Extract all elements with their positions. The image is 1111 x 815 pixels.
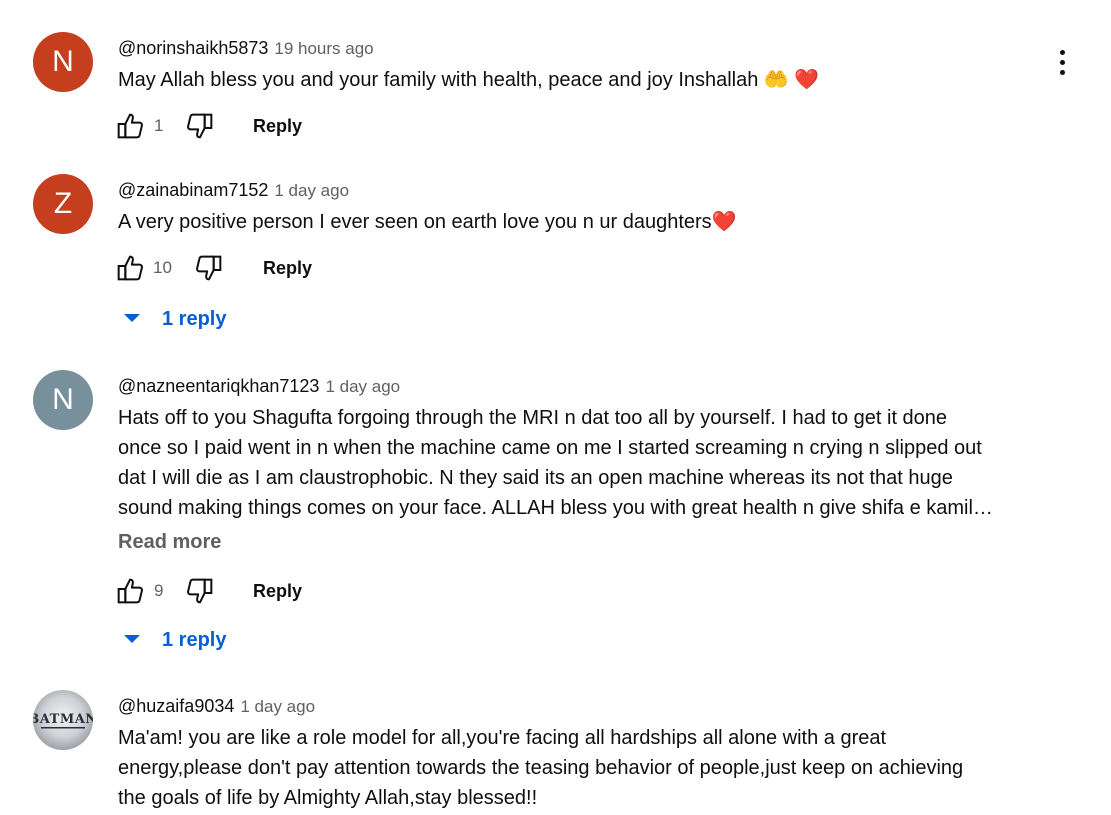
read-more-button[interactable]: Read more [118, 531, 221, 554]
comment-text-line: energy,please don't pay attention toward… [118, 757, 964, 779]
batman-logo-icon: BATMAN [33, 712, 93, 729]
comment-text-line: sound making things comes on your face. … [118, 497, 993, 519]
comment-author[interactable]: @norinshaikh5873 [118, 38, 268, 58]
thumb-up-icon[interactable] [114, 575, 146, 607]
replies-label: 1 reply [162, 308, 227, 330]
comment-text-line: dat I will die as I am claustrophobic. N… [118, 467, 953, 489]
avatar[interactable]: BATMAN [33, 690, 93, 750]
comment-author[interactable]: @nazneentariqkhan7123 [118, 376, 319, 396]
thumb-down-icon[interactable] [184, 575, 216, 607]
comment-text-line: the goals of life by Almighty Allah,stay… [118, 787, 538, 809]
thumb-up-icon[interactable] [114, 252, 146, 284]
thumb-down-icon[interactable] [184, 110, 216, 142]
comment-text-line: May Allah bless you and your family with… [118, 69, 820, 91]
comment-time[interactable]: 1 day ago [274, 181, 349, 200]
caret-down-icon [124, 635, 140, 644]
comment-toolbar: 9 Reply [114, 575, 414, 609]
comment-text-line: once so I paid went in n when the machin… [118, 437, 982, 459]
like-count: 1 [154, 116, 164, 135]
comment-toolbar: 1 Reply [114, 110, 414, 144]
comment-header: @huzaifa9034 1 day ago [118, 694, 315, 718]
avatar[interactable]: N [33, 32, 93, 92]
comment-author[interactable]: @zainabinam7152 [118, 180, 268, 200]
comment-text-line: Hats off to you Shagufta forgoing throug… [118, 407, 948, 429]
comment-time[interactable]: 19 hours ago [274, 39, 373, 58]
more-actions-icon[interactable] [1050, 48, 1076, 78]
reply-button[interactable]: Reply [253, 581, 302, 602]
comment-toolbar: 10 Reply [114, 252, 414, 286]
comment-text: May Allah bless you and your family with… [118, 65, 1038, 95]
comment-header: @zainabinam7152 1 day ago [118, 178, 349, 202]
avatar-text: BATMAN [33, 712, 93, 727]
comment-text-line: A very positive person I ever seen on ea… [118, 211, 737, 233]
comment-text-line: Ma'am! you are like a role model for all… [118, 727, 887, 749]
comment-text: Hats off to you Shagufta forgoing throug… [118, 403, 1038, 523]
avatar[interactable]: N [33, 370, 93, 430]
reply-button[interactable]: Reply [253, 116, 302, 137]
comment-author[interactable]: @huzaifa9034 [118, 696, 234, 716]
reply-button[interactable]: Reply [263, 258, 312, 279]
comment-time[interactable]: 1 day ago [325, 377, 400, 396]
like-count: 9 [154, 581, 164, 600]
comment-header: @nazneentariqkhan7123 1 day ago [118, 374, 400, 398]
view-replies-button[interactable]: 1 reply [124, 304, 226, 334]
comment-time[interactable]: 1 day ago [240, 697, 315, 716]
thumb-up-icon[interactable] [114, 110, 146, 142]
comment-text: Ma'am! you are like a role model for all… [118, 723, 1038, 813]
comment-header: @norinshaikh5873 19 hours ago [118, 36, 374, 60]
caret-down-icon [124, 314, 140, 323]
avatar[interactable]: Z [33, 174, 93, 234]
like-count: 10 [153, 258, 172, 277]
view-replies-button[interactable]: 1 reply [124, 625, 226, 655]
comment-text: A very positive person I ever seen on ea… [118, 207, 1038, 237]
replies-label: 1 reply [162, 629, 227, 651]
thumb-down-icon[interactable] [193, 252, 225, 284]
comments-section: N @norinshaikh5873 19 hours ago May Allah… [0, 0, 1111, 815]
